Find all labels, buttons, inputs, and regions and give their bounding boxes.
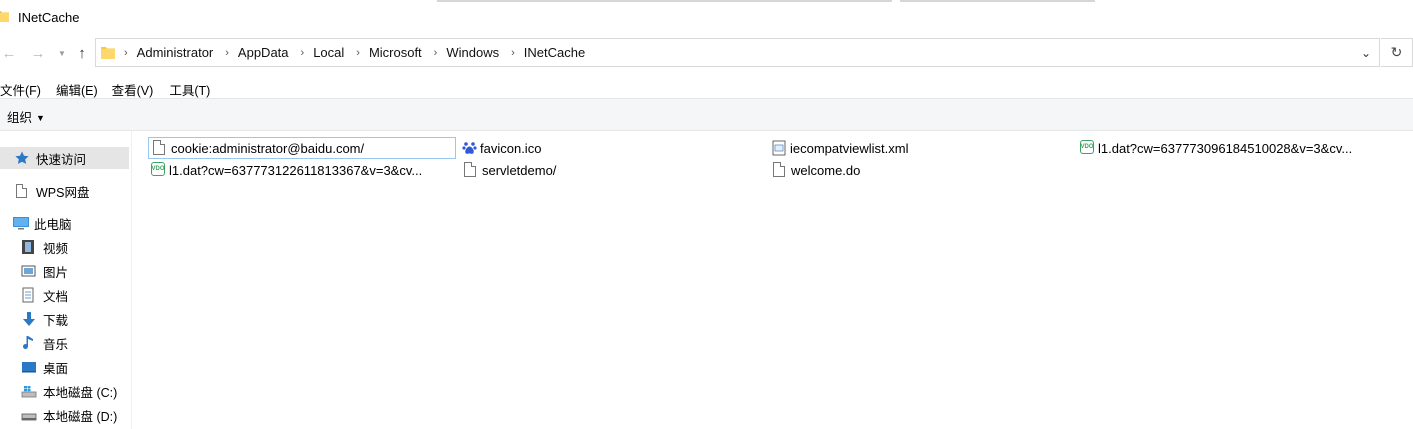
sidebar-item-quick-access[interactable]: 快速访问 — [0, 147, 129, 169]
forward-arrow-icon[interactable]: → — [28, 43, 48, 63]
list-item[interactable]: iecompatviewlist.xml — [772, 137, 908, 159]
drive-icon — [21, 407, 37, 423]
sidebar-item-label: 快速访问 — [36, 152, 87, 167]
chevron-right-icon[interactable]: › — [511, 47, 515, 59]
sidebar-item-music[interactable]: 音乐 — [0, 332, 68, 354]
blank-file-icon — [464, 162, 478, 178]
title-bar: INetCache — [0, 0, 1413, 36]
recent-locations-chevron-icon[interactable]: ▼ — [52, 43, 72, 63]
download-arrow-icon — [21, 311, 37, 327]
up-arrow-icon[interactable]: ↑ — [72, 43, 92, 63]
menu-bar: 文件(F) 编辑(E) 查看(V) 工具(T) — [0, 76, 222, 98]
vdo-file-icon: VDO — [1080, 140, 1094, 156]
back-arrow-icon[interactable]: ← — [0, 43, 19, 63]
organize-button[interactable]: 组织 ▼ — [7, 107, 45, 126]
sidebar-item-label: 下载 — [43, 313, 69, 328]
sidebar-item-label: 图片 — [43, 265, 69, 280]
breadcrumb-item-administrator[interactable]: Administrator — [137, 45, 214, 60]
sidebar-item-label: 本地磁盘 (D:) — [43, 409, 118, 424]
sidebar-item-pictures[interactable]: 图片 — [0, 260, 68, 282]
file-name: l1.dat?cw=637773122611813367&v=3&cv... — [169, 162, 423, 178]
document-icon — [14, 183, 30, 199]
address-dropdown-chevron-icon[interactable]: ⌄ — [1357, 44, 1375, 62]
video-icon — [21, 239, 37, 255]
vdo-file-icon: VDO — [151, 162, 165, 178]
navigation-pane: 快速访问 WPS网盘 此电脑 视频 图片 文档 下载 音乐 桌面 本地磁盘 (C… — [0, 131, 132, 429]
menu-file[interactable]: 文件(F) — [0, 76, 41, 98]
chevron-right-icon[interactable]: › — [225, 47, 229, 59]
organize-label: 组织 — [7, 111, 33, 125]
computer-icon — [12, 215, 29, 231]
sidebar-item-drive-c[interactable]: 本地磁盘 (C:) — [0, 380, 117, 402]
breadcrumb-item-appdata[interactable]: AppData — [238, 45, 289, 60]
sidebar-item-documents[interactable]: 文档 — [0, 284, 68, 306]
menu-edit[interactable]: 编辑(E) — [56, 76, 98, 98]
menu-tools[interactable]: 工具(T) — [169, 76, 210, 98]
list-item[interactable]: welcome.do — [773, 159, 860, 181]
chevron-right-icon[interactable]: › — [356, 47, 360, 59]
list-item[interactable]: VDO l1.dat?cw=637773122611813367&v=3&cv.… — [151, 159, 422, 181]
chevron-right-icon[interactable]: › — [434, 47, 438, 59]
tab-strip-line — [437, 0, 892, 2]
file-list: cookie:administrator@baidu.com/ favicon.… — [132, 131, 1413, 429]
xml-file-icon — [772, 140, 786, 156]
sidebar-item-label: 此电脑 — [34, 217, 72, 232]
command-bar: 组织 ▼ — [0, 99, 1413, 131]
chevron-down-icon: ▼ — [36, 113, 45, 123]
sidebar-item-downloads[interactable]: 下载 — [0, 308, 68, 330]
file-name: iecompatviewlist.xml — [790, 140, 909, 156]
list-item[interactable]: VDO l1.dat?cw=637773096184510028&v=3&cv.… — [1080, 137, 1352, 159]
sidebar-item-drive-d[interactable]: 本地磁盘 (D:) — [0, 404, 117, 426]
file-name: cookie:administrator@baidu.com/ — [171, 140, 365, 156]
chevron-right-icon[interactable]: › — [124, 47, 128, 59]
star-icon — [14, 150, 30, 166]
breadcrumb-item-windows[interactable]: Windows — [446, 45, 499, 60]
file-name: favicon.ico — [480, 140, 542, 156]
tab-strip-line — [900, 0, 1095, 2]
chevron-right-icon[interactable]: › — [301, 47, 305, 59]
baidu-paw-icon — [462, 140, 477, 156]
sidebar-item-desktop[interactable]: 桌面 — [0, 356, 68, 378]
menu-view[interactable]: 查看(V) — [112, 76, 154, 98]
list-item[interactable]: servletdemo/ — [464, 159, 556, 181]
sidebar-item-videos[interactable]: 视频 — [0, 236, 68, 258]
sidebar-item-label: 本地磁盘 (C:) — [43, 385, 118, 400]
sidebar-item-this-pc[interactable]: 此电脑 — [0, 212, 72, 234]
blank-file-icon — [153, 140, 167, 156]
picture-icon — [21, 263, 37, 279]
windows-drive-icon — [21, 383, 37, 399]
sidebar-item-label: 音乐 — [43, 337, 69, 352]
file-name: welcome.do — [791, 162, 861, 178]
breadcrumb-item-local[interactable]: Local — [313, 45, 344, 60]
breadcrumb-item-inetcache[interactable]: INetCache — [524, 45, 585, 60]
music-note-icon — [21, 335, 37, 351]
breadcrumb-item-microsoft[interactable]: Microsoft — [369, 45, 422, 60]
list-item[interactable]: favicon.ico — [462, 137, 541, 159]
sidebar-item-label: 视频 — [43, 241, 69, 256]
sidebar-item-label: 文档 — [43, 289, 69, 304]
address-bar[interactable]: › Administrator › AppData › Local › Micr… — [95, 38, 1380, 67]
desktop-icon — [21, 359, 37, 375]
folder-icon — [101, 47, 115, 59]
blank-file-icon — [773, 162, 787, 178]
file-name: l1.dat?cw=637773096184510028&v=3&cv... — [1098, 140, 1353, 156]
refresh-icon[interactable]: ↻ — [1381, 38, 1413, 67]
breadcrumb: › Administrator › AppData › Local › Micr… — [124, 39, 597, 66]
file-name: servletdemo/ — [482, 162, 557, 178]
sidebar-item-wps-drive[interactable]: WPS网盘 — [0, 180, 89, 202]
list-item[interactable]: cookie:administrator@baidu.com/ — [148, 137, 456, 159]
sidebar-item-label: WPS网盘 — [36, 185, 90, 200]
folder-icon — [0, 11, 9, 22]
sidebar-item-label: 桌面 — [43, 361, 69, 376]
document-icon — [21, 287, 37, 303]
window-title: INetCache — [18, 10, 80, 25]
